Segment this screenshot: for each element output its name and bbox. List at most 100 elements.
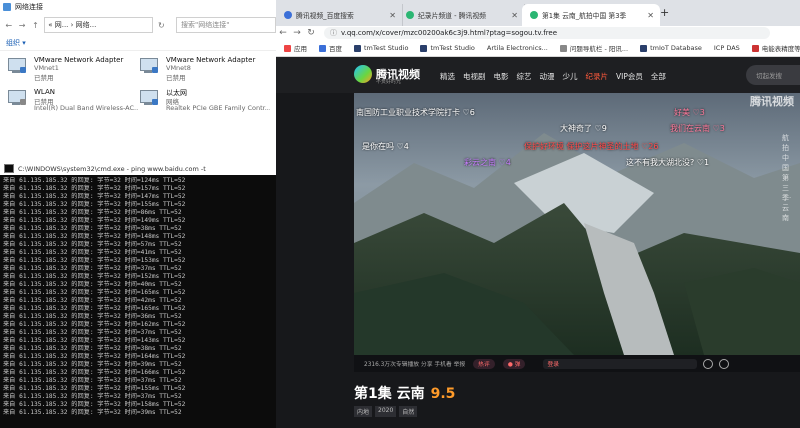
organize-button[interactable]: 组织 ▾ — [6, 38, 26, 48]
bookmark-label: ICP DAS — [713, 44, 740, 52]
tencent-video-logo-icon — [354, 65, 372, 83]
adapter-name: VMware Network Adapter — [34, 56, 124, 64]
tag-genre[interactable]: 自然 — [399, 406, 418, 417]
wifi-adapter-icon — [6, 90, 28, 108]
ping-reply-line: 来自 61.135.185.32 的回复: 字节=32 时间=37ms TTL=… — [3, 377, 182, 384]
danmu-comment[interactable]: 南国防工业职业技术学院打卡 ♡6 — [356, 107, 475, 118]
path-text: « 网... › 网络... — [48, 21, 97, 29]
danmu-input[interactable]: 登录 — [543, 358, 698, 369]
tab-baidu-search[interactable]: 腾讯视频_百度搜索 ✕ — [276, 4, 403, 26]
url-input[interactable]: ⓘ v.qq.com/x/cover/mzc00200ak6c3j9.html?… — [324, 27, 770, 39]
tab-episode-yunnan[interactable]: 第1集 云南_航拍中国 第3季 ✕ — [522, 4, 660, 26]
ping-reply-line: 来自 61.135.185.32 的回复: 字节=32 时间=158ms TTL… — [3, 401, 186, 408]
episode-score: 9.5 — [430, 386, 456, 402]
danmu-comment[interactable]: 是你在吗 ♡4 — [362, 141, 409, 152]
close-tab-icon[interactable]: ✕ — [389, 11, 396, 20]
browser-back-icon[interactable]: ← — [276, 28, 290, 38]
tab-strip: 腾讯视频_百度搜索 ✕ 纪录片频道 - 腾讯视频 ✕ 第1集 云南_航拍中国 第… — [276, 0, 800, 26]
nav-featured[interactable]: 精选 — [440, 71, 455, 82]
bookmark-icpdas[interactable]: ICP DAS — [714, 44, 740, 52]
ping-reply-line: 来自 61.135.185.32 的回复: 字节=32 时间=165ms TTL… — [3, 305, 186, 312]
bookmark-label: tmIoT Database — [650, 44, 702, 52]
up-arrow-icon[interactable]: ↑ — [31, 21, 40, 30]
vertical-caption: 航拍中国第三季·云南 — [782, 134, 792, 222]
tencent-video-favicon-icon — [406, 11, 414, 19]
emoji-icon[interactable] — [703, 358, 714, 369]
omnibox-row: ← → ↻ ⓘ v.qq.com/x/cover/mzc00200ak6c3j9… — [276, 26, 800, 40]
nav-tv[interactable]: 电视剧 — [463, 71, 486, 82]
ping-reply-line: 来自 61.135.185.32 的回复: 字节=32 时间=155ms TTL… — [3, 385, 186, 392]
adapter-wlan[interactable]: WLAN 已禁用 Intel(R) Dual Band Wireless-AC.… — [6, 88, 138, 114]
nav-documentary[interactable]: 纪录片 — [586, 71, 609, 82]
forward-arrow-icon[interactable]: → — [17, 21, 26, 30]
explorer-search-input[interactable]: 搜索"网络连接" — [176, 17, 277, 33]
adapter-name: VMware Network Adapter — [166, 56, 256, 64]
browser-window: 腾讯视频_百度搜索 ✕ 纪录片频道 - 腾讯视频 ✕ 第1集 云南_航拍中国 第… — [276, 0, 800, 428]
close-tab-icon[interactable]: ✕ — [647, 11, 654, 20]
nav-vip[interactable]: VIP会员 — [616, 71, 643, 82]
ping-reply-line: 来自 61.135.185.32 的回复: 字节=32 时间=166ms TTL… — [3, 369, 186, 376]
danmu-comment[interactable]: 保护好环境 保护这片神圣的土地 ♡26 — [524, 141, 658, 152]
ping-reply-line: 来自 61.135.185.32 的回复: 字节=32 时间=148ms TTL… — [3, 233, 186, 240]
ping-reply-line: 来自 61.135.185.32 的回复: 字节=32 时间=38ms TTL=… — [3, 345, 182, 352]
ping-reply-line: 来自 61.135.185.32 的回复: 字节=32 时间=37ms TTL=… — [3, 329, 182, 336]
tencent-video-logo[interactable]: 腾讯视频 不负好时光 — [354, 65, 420, 85]
cmd-titlebar: C:\WINDOWS\system32\cmd.exe - ping www.b… — [0, 162, 276, 175]
hot-comments-button[interactable]: 热评 — [473, 358, 495, 369]
close-tab-icon[interactable]: ✕ — [511, 11, 518, 20]
danmu-toggle[interactable]: ● 弹 — [502, 358, 526, 369]
back-arrow-icon[interactable]: ← — [4, 21, 13, 30]
bookmark-apps[interactable]: 应用 — [284, 43, 307, 53]
nav-anime[interactable]: 动漫 — [540, 71, 555, 82]
danmu-comment[interactable]: 好美 ♡3 — [674, 107, 705, 118]
new-tab-button[interactable]: + — [660, 6, 669, 19]
tag-year[interactable]: 2020 — [375, 406, 397, 417]
browser-forward-icon[interactable]: → — [290, 28, 304, 38]
adapter-vmnet1[interactable]: VMware Network Adapter VMnet1 已禁用 — [6, 56, 136, 82]
ping-reply-line: 来自 61.135.185.32 的回复: 字节=32 时间=164ms TTL… — [3, 353, 186, 360]
danmu-comment[interactable]: 这不有我大湖北没? ♡1 — [626, 157, 709, 168]
adapter-line2: VMnet8 — [166, 64, 191, 72]
danmu-comment[interactable]: 彩云之南 ♡4 — [464, 157, 511, 168]
path-box[interactable]: « 网... › 网络... — [44, 17, 153, 33]
bookmark-navigation[interactable]: 问题导航栏 - 阳讯... — [559, 43, 628, 53]
bookmark-tmtest-1[interactable]: tmTest Studio — [354, 44, 408, 52]
bookmark-tmiot[interactable]: tmIoT Database — [640, 44, 702, 52]
adapter-vmnet8[interactable]: VMware Network Adapter VMnet8 已禁用 — [138, 56, 268, 82]
nav-kids[interactable]: 少儿 — [563, 71, 578, 82]
ethernet-adapter-icon — [138, 90, 160, 108]
network-window-titlebar: 网络连接 — [0, 0, 276, 14]
nav-all[interactable]: 全部 — [651, 71, 666, 82]
tab-label: 腾讯视频_百度搜索 — [296, 12, 354, 20]
network-connections-window: 网络连接 ← → ↑ « 网... › 网络... ↻ 搜索"网络连接" 组织 … — [0, 0, 277, 162]
video-player[interactable]: 腾讯视频 航拍中国第三季·云南 南国防工业职业技术学院打卡 ♡6 大神奇了 ♡9… — [354, 93, 800, 355]
site-search-input[interactable]: 切起发搜 — [746, 65, 800, 85]
login-prompt: 登录 — [547, 362, 560, 368]
danmu-comment[interactable]: 我们在云南 ♡3 — [670, 123, 725, 134]
danmu-control-bar: 2316.3万次专辑播放 分享 手机看 举报 热评 ● 弹 登录 发 — [354, 355, 800, 372]
refresh-icon[interactable]: ↻ — [157, 21, 166, 30]
ping-reply-line: 来自 61.135.185.32 的回复: 字节=32 时间=143ms TTL… — [3, 337, 186, 344]
settings-icon[interactable] — [719, 358, 730, 369]
tag-region[interactable]: 内地 — [354, 406, 373, 417]
bookmark-tmtest-2[interactable]: tmTest Studio — [420, 44, 475, 52]
ping-reply-line: 来自 61.135.185.32 的回复: 字节=32 时间=42ms TTL=… — [3, 297, 182, 304]
ping-reply-line: 来自 61.135.185.32 的回复: 字节=32 时间=124ms TTL… — [3, 177, 186, 184]
nav-variety[interactable]: 综艺 — [517, 71, 532, 82]
episode-title-text: 第1集 云南 — [354, 386, 425, 402]
cmd-window: C:\WINDOWS\system32\cmd.exe - ping www.b… — [0, 162, 276, 428]
browser-reload-icon[interactable]: ↻ — [304, 28, 318, 38]
bookmark-artila[interactable]: Artila Electronics... — [487, 44, 548, 52]
adapter-line3: 已禁用 — [166, 74, 186, 82]
adapter-ethernet[interactable]: 以太网 网络 Realtek PCIe GBE Family Contr... — [138, 88, 270, 114]
address-bar: ← → ↑ « 网... › 网络... ↻ 搜索"网络连接" — [0, 14, 277, 36]
adapter-name: WLAN — [34, 88, 56, 96]
tab-documentary-channel[interactable]: 纪录片频道 - 腾讯视频 ✕ — [398, 4, 525, 26]
ping-reply-line: 来自 61.135.185.32 的回复: 字节=32 时间=155ms TTL… — [3, 201, 186, 208]
ping-reply-line: 来自 61.135.185.32 的回复: 字节=32 时间=41ms TTL=… — [3, 249, 182, 256]
bookmark-meter[interactable]: 电能表精度等 — [751, 43, 800, 53]
bookmark-baidu[interactable]: 百度 — [319, 43, 342, 53]
cmd-title: C:\WINDOWS\system32\cmd.exe - ping www.b… — [18, 164, 206, 173]
nav-movie[interactable]: 电影 — [494, 71, 509, 82]
danmu-comment[interactable]: 大神奇了 ♡9 — [560, 123, 607, 134]
